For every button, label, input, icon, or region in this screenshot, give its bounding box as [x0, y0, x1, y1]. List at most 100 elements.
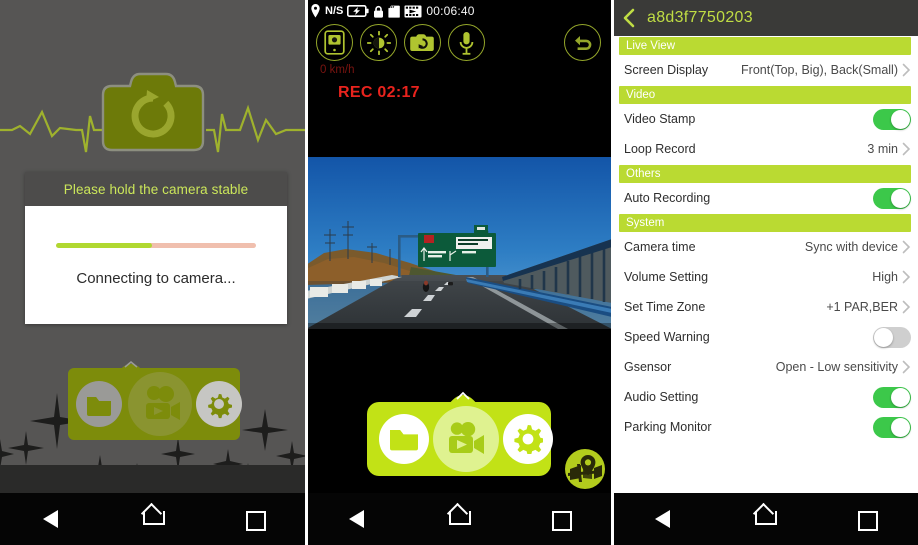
settings-button[interactable]: [196, 381, 242, 427]
connecting-dialog: Please hold the camera stable Connecting…: [25, 172, 287, 324]
folder-icon: [390, 430, 418, 451]
record-button[interactable]: [433, 406, 499, 472]
section-header: Video: [619, 86, 911, 104]
recents-square-icon[interactable]: [855, 507, 879, 531]
recording-indicator: REC 02:17: [338, 84, 420, 101]
return-arrow-icon: [574, 36, 591, 50]
settings-row[interactable]: Camera time Sync with device: [612, 232, 918, 262]
video-camera-icon: [146, 386, 180, 420]
dialog-title: Please hold the camera stable: [25, 172, 287, 206]
settings-row-toggle[interactable]: [873, 108, 911, 130]
dialog-message: Connecting to camera...: [76, 270, 236, 287]
settings-row-label: Audio Setting: [624, 390, 699, 404]
settings-row-toggle[interactable]: [873, 416, 911, 438]
home-icon[interactable]: [141, 507, 165, 531]
back-triangle-icon[interactable]: [345, 507, 369, 531]
settings-row[interactable]: Gsensor Open - Low sensitivity: [612, 352, 918, 382]
settings-row[interactable]: Speed Warning: [612, 322, 918, 352]
screenshot-root: Please hold the camera stable Connecting…: [0, 0, 918, 545]
settings-row-label: Volume Setting: [624, 270, 709, 284]
camera-clock: 00:06:40: [426, 4, 475, 18]
chevron-right-icon: [902, 270, 911, 284]
back-triangle-icon[interactable]: [39, 507, 63, 531]
section-header: Live View: [619, 37, 911, 55]
settings-row[interactable]: Set Time Zone +1 PAR,BER: [612, 292, 918, 322]
live-view-bottom-bar: [367, 402, 553, 476]
back-triangle-icon[interactable]: [651, 507, 675, 531]
snapshot-to-phone-button[interactable]: [316, 24, 353, 61]
folder-icon: [87, 397, 111, 416]
settings-row-label: Speed Warning: [624, 330, 710, 344]
switch-camera-button[interactable]: [404, 24, 441, 61]
settings-row-label: Screen Display: [624, 63, 709, 77]
location-pin-icon: [311, 4, 320, 18]
camera-refresh-icon: [101, 72, 205, 152]
settings-row-toggle[interactable]: [873, 386, 911, 408]
settings-row[interactable]: Screen Display Front(Top, Big), Back(Smal…: [612, 55, 918, 85]
settings-row-toggle[interactable]: [873, 187, 911, 209]
splash-toolbar: [68, 368, 242, 440]
settings-row-label: Video Stamp: [624, 112, 696, 126]
gear-icon: [208, 394, 232, 419]
chevron-left-icon[interactable]: [621, 8, 637, 28]
settings-row-value: +1 PAR,BER: [826, 300, 898, 314]
toggle-knob: [891, 417, 910, 437]
files-button[interactable]: [76, 381, 122, 427]
settings-row[interactable]: Video Stamp: [612, 104, 918, 134]
toggle-knob: [891, 188, 910, 208]
section-header: System: [619, 214, 911, 232]
settings-button[interactable]: [503, 414, 553, 464]
settings-row-label: Camera time: [624, 240, 696, 254]
settings-row-toggle[interactable]: [873, 326, 911, 348]
brightness-icon: [366, 30, 391, 55]
settings-row-label: Loop Record: [624, 142, 696, 156]
settings-row-label: Parking Monitor: [624, 420, 712, 434]
home-icon[interactable]: [753, 507, 777, 531]
progress-bar-fill: [56, 243, 152, 248]
settings-row-value: Front(Top, Big), Back(Small): [741, 63, 898, 77]
map-button[interactable]: [564, 448, 606, 490]
panel-divider-1: [305, 0, 308, 545]
close-live-view-button[interactable]: [564, 24, 601, 61]
dashcam-video-frame[interactable]: [306, 157, 612, 329]
microphone-button[interactable]: [448, 24, 485, 61]
page-title: a8d3f7750203: [647, 9, 753, 26]
speed-overlay: 0 km/h: [320, 64, 355, 76]
recents-square-icon[interactable]: [243, 507, 267, 531]
brightness-button[interactable]: [360, 24, 397, 61]
dashcam-video-image: [306, 157, 612, 329]
settings-row-value: Sync with device: [804, 240, 898, 254]
toggle-knob: [891, 109, 910, 129]
settings-row[interactable]: Volume Setting High: [612, 262, 918, 292]
live-view-control-row: [316, 24, 485, 61]
android-navbar: [0, 493, 306, 545]
settings-row[interactable]: Loop Record 3 min: [612, 134, 918, 164]
chevron-right-icon: [902, 142, 911, 156]
chevron-right-icon: [902, 240, 911, 254]
settings-row-label: Gsensor: [624, 360, 672, 374]
toggle-knob: [891, 387, 910, 407]
splash-ground-band: [0, 465, 306, 493]
section-header: Others: [619, 165, 911, 183]
record-button[interactable]: [128, 372, 192, 436]
android-navbar: [306, 493, 612, 545]
settings-titlebar: a8d3f7750203: [612, 0, 918, 36]
gear-icon: [514, 425, 543, 454]
settings-row-label: Auto Recording: [624, 191, 711, 205]
microphone-icon: [459, 31, 474, 55]
panel-divider-2: [611, 0, 614, 545]
android-navbar: [612, 493, 918, 545]
settings-row[interactable]: Auto Recording: [612, 183, 918, 213]
snapshot-to-phone-icon: [324, 30, 345, 55]
settings-list[interactable]: Live View Screen Display Front(Top, Big), …: [612, 36, 918, 493]
lock-icon: [374, 5, 384, 18]
battery-charging-icon: [347, 5, 369, 17]
connecting-splash-screen: Please hold the camera stable Connecting…: [0, 0, 306, 545]
video-camera-icon: [449, 422, 484, 454]
home-icon[interactable]: [447, 507, 471, 531]
settings-row[interactable]: Audio Setting: [612, 382, 918, 412]
switch-camera-icon: [410, 33, 434, 51]
settings-row[interactable]: Parking Monitor: [612, 412, 918, 442]
recents-square-icon[interactable]: [549, 507, 573, 531]
files-button[interactable]: [379, 414, 429, 464]
